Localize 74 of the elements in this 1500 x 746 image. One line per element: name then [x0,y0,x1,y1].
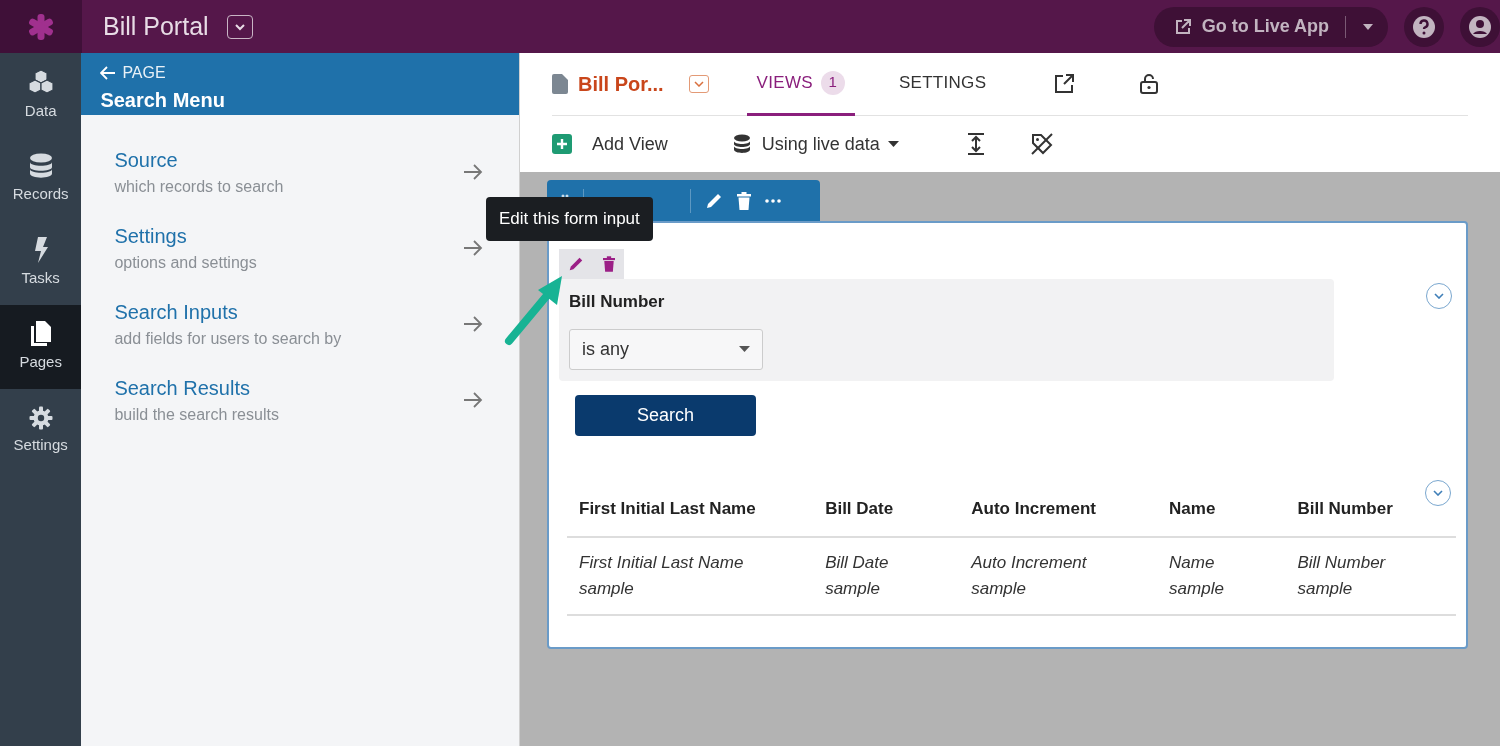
database-icon [28,152,53,179]
caret-icon [1362,22,1374,31]
column-header: Bill Date [813,482,960,537]
table-cell: Bill Date sample [813,536,960,615]
lock-icon[interactable] [1140,74,1159,94]
edit-icon[interactable] [705,191,723,210]
column-header: Bill Number [1285,482,1456,537]
cubes-icon [26,67,55,96]
more-icon[interactable] [765,198,781,203]
back-arrow-icon[interactable] [100,66,117,80]
page-tab[interactable]: SETTINGS [888,52,997,116]
menu-description: options and settings [114,253,257,273]
condition-select[interactable]: is any [569,328,763,370]
table-cell: Bill Number sample [1285,536,1456,615]
logo-icon [27,12,55,41]
caret-icon [887,141,899,147]
menu-description: add fields for users to search by [114,329,342,349]
column-header: Auto Increment [959,482,1158,537]
rail-item[interactable]: Data [0,53,82,137]
back-link[interactable]: PAGE [122,61,166,85]
external-link-icon [1173,17,1192,36]
arrow-right-icon[interactable] [463,163,483,181]
app-title: Bill Portal [103,10,209,42]
arrow-right-icon[interactable] [463,315,483,333]
add-view-link[interactable]: Add View [592,130,668,158]
chevron-down-icon [233,22,246,31]
data-mode-dropdown[interactable]: Using live data [755,129,905,159]
table-cell: Name sample [1157,536,1286,615]
panel-title: Search Menu [100,88,226,113]
account-button[interactable] [1460,6,1500,47]
delete-icon[interactable] [602,256,615,272]
menu-link[interactable]: Settings [114,221,257,251]
database-icon [732,134,751,154]
rail-item[interactable]: Records [0,137,82,221]
tag-off-icon[interactable] [1030,133,1053,155]
user-icon [1468,14,1492,39]
chevron-down-icon [693,81,704,87]
gear-icon [28,405,53,430]
column-header: First Initial Last Name [567,482,814,537]
rail-item[interactable]: Settings [0,389,82,473]
help-button[interactable] [1404,6,1444,47]
help-icon [1412,14,1436,39]
menu-link[interactable]: Search Results [114,373,279,403]
tooltip: Edit this form input [486,197,653,241]
table-cell: Auto Increment sample [959,536,1158,615]
arrow-right-icon[interactable] [463,239,483,257]
external-link-icon[interactable] [1054,74,1075,94]
chevron-down-icon [1434,293,1444,299]
menu-description: which records to search [114,177,284,197]
caret-icon [739,346,750,352]
arrow-right-icon[interactable] [463,391,483,409]
search-button[interactable]: Search [575,395,756,436]
rail-item[interactable]: Tasks [0,221,82,305]
page-icon [552,74,568,94]
menu-link[interactable]: Source [114,145,284,175]
pages-icon [29,320,52,347]
menu-link[interactable]: Search Inputs [114,297,342,327]
edit-icon[interactable] [568,256,585,272]
add-icon[interactable] [552,134,572,154]
chevron-down-icon [1433,490,1443,496]
menu-description: build the search results [114,405,279,425]
filter-label: Bill Number [569,291,666,313]
table-cell: First Initial Last Name sample [567,536,814,615]
lightning-icon [33,236,48,263]
app-menu-button[interactable] [226,14,253,39]
delete-icon[interactable] [737,191,751,210]
page-menu-button[interactable] [688,75,709,93]
count-badge: 1 [820,70,845,95]
rail-item[interactable]: Pages [0,305,82,389]
go-to-live-app-button[interactable]: Go to Live App [1153,6,1388,47]
row-height-icon[interactable] [966,133,985,155]
page-tab[interactable]: VIEWS 1 [746,52,855,116]
page-name: Bill Por... [578,72,664,97]
column-header: Name [1157,482,1286,537]
